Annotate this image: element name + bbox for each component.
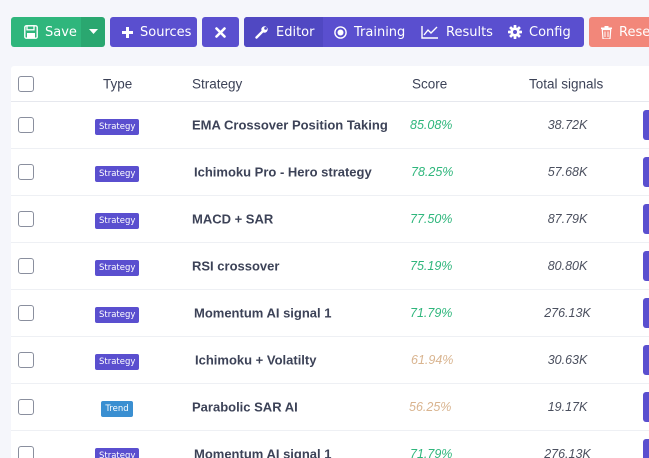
tab-training[interactable]: Training [323, 17, 410, 47]
table-row[interactable]: Strategy Momentum AI signal 1 71.79% 276… [11, 290, 649, 337]
plus-icon [122, 26, 133, 38]
row-action-button[interactable] [643, 298, 649, 328]
row-action-button[interactable] [643, 439, 649, 458]
trash-icon [601, 25, 612, 39]
row-checkbox[interactable] [18, 117, 34, 133]
table-row[interactable]: Strategy EMA Crossover Position Taking 8… [11, 102, 649, 149]
tab-config[interactable]: Config [497, 17, 584, 47]
tab-config-label: Config [529, 24, 571, 40]
radio-icon [334, 25, 347, 39]
type-badge: Strategy [95, 213, 140, 229]
type-badge: Strategy [95, 119, 140, 135]
row-checkbox[interactable] [18, 258, 34, 274]
tab-results[interactable]: Results [410, 17, 497, 47]
type-badge: Strategy [95, 307, 140, 323]
gear-icon [508, 25, 522, 39]
column-header-score[interactable]: Score [412, 76, 447, 91]
row-checkbox[interactable] [18, 352, 34, 368]
column-header-total-signals[interactable]: Total signals [529, 76, 603, 91]
type-badge: Strategy [95, 260, 140, 276]
tab-editor-label: Editor [276, 24, 315, 40]
reset-button[interactable]: Reset [589, 17, 649, 47]
column-header-strategy[interactable]: Strategy [192, 76, 242, 91]
row-checkbox[interactable] [18, 305, 34, 321]
strategy-name: EMA Crossover Position Taking [192, 117, 388, 133]
select-all-checkbox[interactable] [18, 75, 34, 92]
score-value: 61.94% [411, 353, 454, 367]
sources-button[interactable]: Sources [110, 17, 197, 47]
save-button-group: Save [11, 17, 105, 47]
strategy-name: Momentum AI signal 1 [194, 305, 332, 321]
caret-down-icon [88, 29, 98, 35]
row-checkbox[interactable] [18, 164, 34, 180]
table-row[interactable]: Strategy Ichimoku Pro - Hero strategy 78… [11, 149, 649, 196]
row-action-button[interactable] [643, 204, 649, 234]
table-row[interactable]: Trend Parabolic SAR AI 56.25% 19.17K [11, 384, 649, 431]
strategies-table: Type Strategy Score Total signals Strate… [11, 66, 649, 458]
score-value: 78.25% [411, 165, 454, 179]
reset-button-label: Reset [619, 24, 649, 40]
strategy-name: RSI crossover [192, 258, 280, 274]
close-icon [215, 26, 226, 38]
save-button[interactable]: Save [11, 17, 81, 47]
total-signals-value: 80.80K [547, 259, 588, 273]
total-signals-value: 30.63K [547, 353, 588, 367]
row-action-button[interactable] [643, 157, 649, 187]
row-action-button[interactable] [643, 345, 649, 375]
table-row[interactable]: Strategy Momentum AI signal 1 71.79% 276… [11, 431, 649, 458]
total-signals-value: 19.17K [547, 400, 588, 414]
line-chart-icon [421, 25, 439, 39]
table-row[interactable]: Strategy RSI crossover 75.19% 80.80K [11, 243, 649, 290]
row-checkbox[interactable] [18, 446, 34, 458]
score-value: 85.08% [410, 118, 453, 132]
column-header-type[interactable]: Type [103, 76, 132, 91]
total-signals-value: 276.13K [544, 447, 591, 458]
save-button-label: Save [45, 24, 77, 40]
row-checkbox[interactable] [18, 399, 34, 415]
table-row[interactable]: Strategy MACD + SAR 77.50% 87.79K [11, 196, 649, 243]
strategy-name: Ichimoku + Volatilty [195, 352, 317, 368]
row-action-button[interactable] [643, 110, 649, 140]
row-action-button[interactable] [643, 251, 649, 281]
score-value: 56.25% [409, 400, 452, 414]
strategy-name: Momentum AI signal 1 [194, 446, 332, 458]
tab-training-label: Training [354, 24, 406, 40]
view-tabs: Editor Training Results Config [244, 17, 584, 47]
strategy-name: MACD + SAR [192, 211, 274, 227]
type-badge: Strategy [95, 448, 140, 458]
score-value: 71.79% [410, 447, 453, 458]
total-signals-value: 87.79K [547, 212, 588, 226]
row-checkbox[interactable] [18, 211, 34, 227]
wrench-icon [255, 25, 269, 39]
floppy-disk-icon [24, 25, 38, 39]
toolbar: Save Sources Editor Training Results Con… [11, 17, 649, 47]
strategy-name: Ichimoku Pro - Hero strategy [194, 164, 372, 180]
type-badge: Strategy [95, 354, 140, 370]
type-badge: Strategy [95, 166, 140, 182]
total-signals-value: 57.68K [547, 165, 588, 179]
save-dropdown-toggle[interactable] [81, 17, 105, 47]
table-row[interactable]: Strategy Ichimoku + Volatilty 61.94% 30.… [11, 337, 649, 384]
score-value: 77.50% [410, 212, 453, 226]
score-value: 75.19% [410, 259, 453, 273]
type-badge: Trend [101, 401, 133, 417]
score-value: 71.79% [410, 306, 453, 320]
sources-button-label: Sources [140, 24, 192, 40]
total-signals-value: 276.13K [544, 306, 591, 320]
tab-editor[interactable]: Editor [244, 17, 323, 47]
close-button[interactable] [202, 17, 239, 47]
table-header: Type Strategy Score Total signals [11, 66, 649, 102]
strategy-name: Parabolic SAR AI [192, 399, 298, 415]
total-signals-value: 38.72K [547, 118, 588, 132]
tab-results-label: Results [446, 24, 493, 40]
row-action-button[interactable] [643, 392, 649, 422]
